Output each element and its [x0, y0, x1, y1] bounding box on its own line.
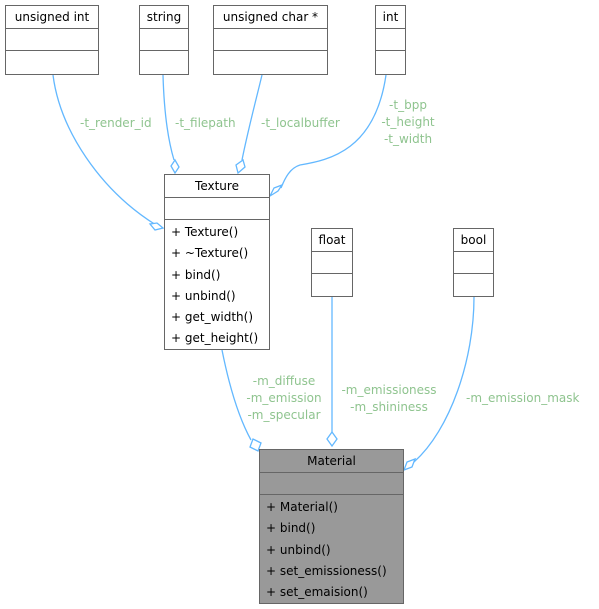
- class-name: unsigned int: [6, 6, 98, 29]
- class-int[interactable]: int: [375, 5, 406, 75]
- field-name: -t_bpp: [389, 98, 427, 112]
- class-texture[interactable]: Texture + Texture() + ~Texture() + bind(…: [164, 174, 270, 350]
- field-name: -m_emissioness: [341, 383, 437, 397]
- class-name: string: [140, 6, 188, 29]
- class-name: bool: [454, 229, 493, 252]
- method: + ~Texture(): [171, 246, 249, 261]
- attributes-section: [214, 29, 327, 51]
- edge-label-texture-fields: -m_diffuse -m_emission -m_specular: [240, 373, 328, 424]
- methods-section: [312, 274, 352, 295]
- edge-label-bool-fields: -m_emission_mask: [466, 390, 579, 407]
- attributes-section: [376, 29, 405, 51]
- class-string[interactable]: string: [139, 5, 189, 75]
- aggregation-diamond-icon: [235, 158, 246, 175]
- methods-section: + Material() + bind() + unbind() + set_e…: [260, 495, 403, 605]
- method: + set_emissioness(): [266, 563, 387, 578]
- edge-string-to-texture: [162, 74, 175, 161]
- edge-label-float-fields: -m_emissioness -m_shininess: [335, 382, 443, 416]
- method: + get_width(): [171, 310, 254, 325]
- class-material[interactable]: Material + Material() + bind() + unbind(…: [259, 449, 404, 604]
- method: + get_height(): [171, 331, 259, 346]
- class-bool[interactable]: bool: [453, 228, 494, 297]
- edge-label-render-id: -t_render_id: [80, 116, 152, 130]
- methods-section: [454, 274, 493, 295]
- attributes-section: [312, 252, 352, 274]
- class-name: float: [312, 229, 352, 252]
- method: + set_emaision(): [266, 585, 368, 600]
- methods-section: [140, 51, 188, 72]
- class-name: Material: [260, 450, 403, 473]
- methods-section: + Texture() + ~Texture() + bind() + unbi…: [165, 220, 269, 352]
- method: + unbind(): [171, 288, 236, 303]
- attributes-section: [165, 198, 269, 220]
- field-name: -m_emission: [246, 391, 322, 405]
- field-name: -m_shininess: [350, 400, 428, 414]
- aggregation-diamond-icon: [170, 158, 180, 175]
- aggregation-diamond-icon: [326, 430, 338, 448]
- class-unsigned-int[interactable]: unsigned int: [5, 5, 99, 75]
- edge-label-int-fields: -t_bpp -t_height -t_width: [378, 97, 438, 148]
- methods-section: [6, 51, 98, 72]
- field-name: -m_emission_mask: [466, 391, 580, 405]
- class-float[interactable]: float: [311, 228, 353, 297]
- class-name: unsigned char *: [214, 6, 327, 29]
- method: + bind(): [266, 521, 316, 536]
- class-name: int: [376, 6, 405, 29]
- edge-unsigned-int-to-texture: [52, 74, 157, 226]
- edge-label-localbuffer: -t_localbuffer: [261, 116, 340, 130]
- method: + unbind(): [266, 542, 331, 557]
- field-name: -t_height: [381, 115, 435, 129]
- method: + Texture(): [171, 225, 239, 239]
- method: + bind(): [171, 267, 221, 282]
- class-name: Texture: [165, 175, 269, 198]
- edge-label-filepath: -t_filepath: [175, 116, 236, 130]
- method: + Material(): [266, 500, 338, 514]
- methods-section: [376, 51, 405, 72]
- aggregation-diamond-icon: [402, 457, 417, 472]
- field-name: -m_diffuse: [252, 374, 316, 388]
- attributes-section: [6, 29, 98, 51]
- class-unsigned-char-pointer[interactable]: unsigned char *: [213, 5, 328, 75]
- attributes-section: [260, 473, 403, 495]
- attributes-section: [454, 252, 493, 274]
- edge-unsigned-char-to-texture: [241, 74, 263, 161]
- edge-bool-to-material: [413, 296, 475, 463]
- methods-section: [214, 51, 327, 72]
- aggregation-diamond-icon: [268, 183, 284, 198]
- field-name: -m_specular: [247, 408, 321, 422]
- attributes-section: [140, 29, 188, 51]
- aggregation-diamond-icon: [148, 222, 165, 231]
- field-name: -t_width: [383, 132, 433, 146]
